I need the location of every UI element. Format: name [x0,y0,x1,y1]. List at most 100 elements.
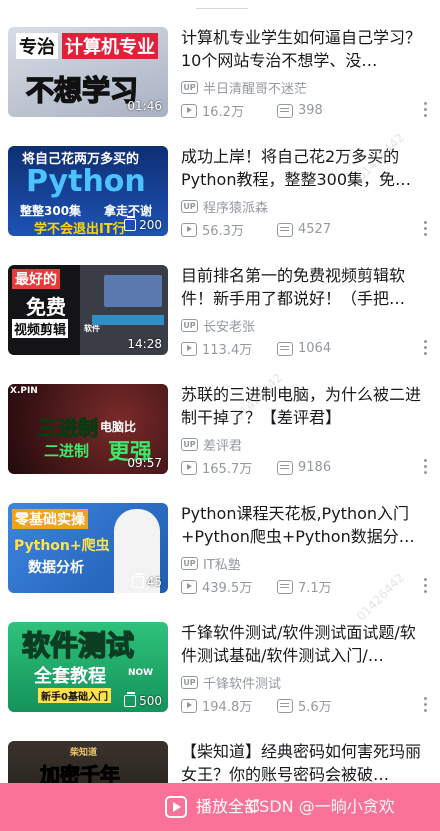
video-duration: 01:46 [127,99,162,113]
video-thumbnail[interactable]: 软件测试 全套教程 NOW 新手0基础入门 500 [8,622,168,712]
thumb-text: 计算机专业 [62,33,158,59]
uploader-name: 程序猿派森 [203,201,269,216]
video-item[interactable]: 软件测试 全套教程 NOW 新手0基础入门 500 千锋软件测试/软件测试面试题… [0,609,440,728]
play-count-icon [181,222,197,237]
thumb-text: 软件测试 [21,628,135,663]
play-count-icon [181,103,197,118]
view-count: 165.7万 [202,462,253,477]
thumb-text: 数据分析 [28,560,84,576]
play-count-icon [181,460,197,475]
danmaku-count: 7.1万 [298,581,332,596]
thumb-text: 零基础实操 [12,509,88,529]
danmaku-count: 4527 [298,222,332,237]
danmaku-count: 1064 [298,341,332,356]
uploader[interactable]: UP 千锋软件测试 [181,673,281,692]
video-stats: 194.8万 5.6万 [181,696,373,715]
thumb-text: 电脑比 [100,420,137,434]
danmaku-icon [277,460,293,475]
video-episode-count: 500 [124,692,162,708]
video-item[interactable]: X.PIN 三进制 电脑比 二进制 更强 09:57 苏联的三进制电脑，为什么被… [0,371,440,490]
uploader[interactable]: UP 长安老张 [181,316,255,335]
video-title[interactable]: 千锋软件测试/软件测试面试题/软件测试基础/软件测试入门/… [181,621,426,667]
up-icon: UP [181,557,198,570]
play-all-bar[interactable]: 播放全部 CSDN @一晌小贪欢 [0,783,440,831]
thumb-text: 柴知道 [70,748,98,758]
more-options-icon[interactable] [424,578,428,594]
editor-preview [104,275,162,307]
view-count: 56.3万 [202,224,244,239]
top-divider-bar [0,0,440,12]
uploader-name: 差评君 [203,439,243,454]
video-stats: 439.5万 7.1万 [181,577,373,596]
video-stats: 113.4万 1064 [181,339,373,358]
more-options-icon[interactable] [424,459,428,475]
up-icon: UP [181,319,198,332]
csdn-watermark: CSDN @一晌小贪欢 [248,797,395,816]
uploader[interactable]: UP 差评君 [181,435,242,454]
thumb-text: 专治 [16,33,58,59]
thumb-text: 最好的 [12,269,60,289]
video-thumbnail[interactable]: X.PIN 三进制 电脑比 二进制 更强 09:57 [8,384,168,474]
danmaku-count: 5.6万 [298,700,332,715]
thumb-text: Python [26,164,146,199]
more-options-icon[interactable] [424,221,428,237]
video-title[interactable]: 计算机专业学生如何逼自己学习？10个网站专治不想学、没… [181,26,426,72]
view-count: 113.4万 [202,343,253,358]
thumb-text: 学不会退出IT行 [34,222,126,236]
more-options-icon[interactable] [424,102,428,118]
uploader[interactable]: UP 半日清醒哥不迷茫 [181,78,307,97]
up-icon: UP [181,81,198,94]
video-item[interactable]: 将自己花两万多买的 Python 整整300集 拿走不谢 学不会退出IT行 20… [0,133,440,252]
more-options-icon[interactable] [424,340,428,356]
view-count: 439.5万 [202,581,253,596]
drag-handle[interactable] [196,8,248,9]
play-count-icon [181,579,197,594]
video-duration: 09:57 [127,456,162,470]
up-icon: UP [181,200,198,213]
thumb-text: Python+爬虫 [14,538,110,554]
video-stats: 16.2万 398 [181,101,373,120]
video-title[interactable]: 苏联的三进制电脑，为什么被二进制干掉了？【差评君】 [181,383,426,429]
thumb-text: 三进制 [38,416,99,441]
video-item[interactable]: 专治 计算机专业 不想学习 01:46 计算机专业学生如何逼自己学习？10个网站… [0,14,440,133]
play-count-icon [181,341,197,356]
video-title[interactable]: Python课程天花板,Python入门+Python爬虫+Python数据分… [181,502,426,548]
thumb-text: X.PIN [10,386,38,396]
video-stats: 56.3万 4527 [181,220,373,239]
thumb-text: 整整300集 [20,204,82,218]
video-thumbnail[interactable]: 专治 计算机专业 不想学习 01:46 [8,27,168,117]
video-title[interactable]: 成功上岸！将自己花2万多买的Python教程，整整300集，免… [181,145,426,191]
thumb-text: 全套教程 [34,666,106,687]
danmaku-count: 9186 [298,460,332,475]
uploader[interactable]: UP 程序猿派森 [181,197,268,216]
thumb-text: 免费 [26,295,66,319]
video-thumbnail[interactable]: 最好的 免费 视频剪辑 软件 14:28 [8,265,168,355]
thumb-text: NOW [128,668,154,678]
video-title[interactable]: 目前排名第一的免费视频剪辑软件！新手用了都说好！（手把… [181,264,426,310]
thumb-text: 不想学习 [25,73,139,108]
video-thumbnail[interactable]: 将自己花两万多买的 Python 整整300集 拿走不谢 学不会退出IT行 20… [8,146,168,236]
play-all-icon [165,796,187,818]
uploader-name: 千锋软件测试 [203,677,282,692]
video-thumbnail[interactable]: 零基础实操 Python+爬虫 数据分析 45 [8,503,168,593]
uploader[interactable]: UP IT私塾 [181,554,241,573]
view-count: 16.2万 [202,105,244,120]
view-count: 194.8万 [202,700,253,715]
thumb-text: 新手0基础入门 [38,688,111,703]
playlist-icon [131,573,144,588]
video-episode-count: 200 [124,216,162,232]
danmaku-icon [277,698,293,713]
up-icon: UP [181,438,198,451]
uploader-name: 长安老张 [203,320,256,335]
video-title[interactable]: 【柴知道】经典密码如何害死玛丽女王？你的账号密码会被破… [181,740,426,786]
danmaku-icon [277,341,293,356]
video-item[interactable]: 最好的 免费 视频剪辑 软件 14:28 目前排名第一的免费视频剪辑软件！新手用… [0,252,440,371]
video-list: 专治 计算机专业 不想学习 01:46 计算机专业学生如何逼自己学习？10个网站… [0,14,440,831]
uploader-name: 半日清醒哥不迷茫 [203,82,308,97]
danmaku-count: 398 [298,103,323,118]
video-item[interactable]: 零基础实操 Python+爬虫 数据分析 45 Python课程天花板,Pyth… [0,490,440,609]
editor-timeline [92,315,164,325]
uploader-name: IT私塾 [203,558,241,573]
more-options-icon[interactable] [424,697,428,713]
video-duration: 14:28 [127,337,162,351]
